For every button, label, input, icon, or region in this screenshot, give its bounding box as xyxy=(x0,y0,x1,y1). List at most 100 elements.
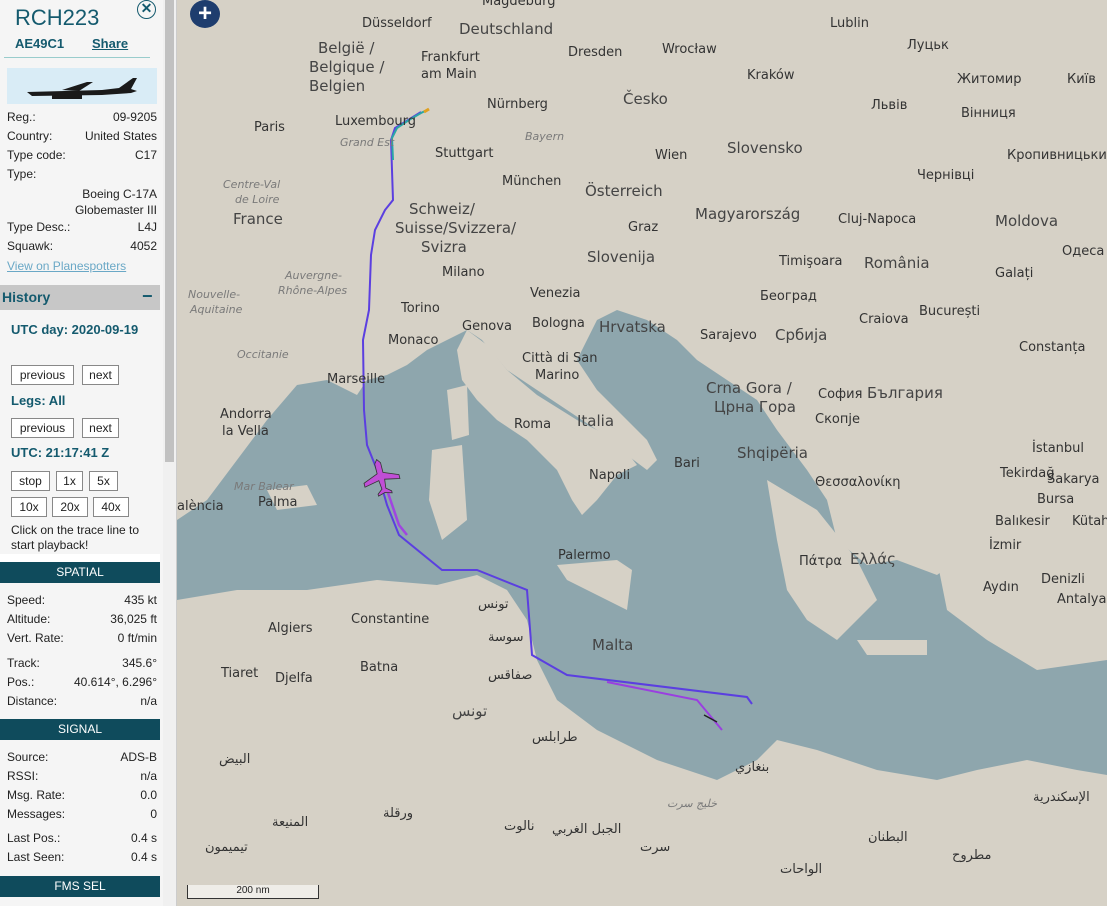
map-label: Lublin xyxy=(830,16,869,31)
day-previous-button[interactable]: previous xyxy=(11,365,74,385)
history-header[interactable]: History − xyxy=(0,285,160,310)
aircraft-photo[interactable] xyxy=(7,68,157,104)
map-label: تونس xyxy=(452,702,488,720)
sidebar-scrollbar[interactable] xyxy=(163,0,176,906)
map-label: Palermo xyxy=(558,548,611,563)
map-label: Graz xyxy=(628,220,659,235)
map-label: la Vella xyxy=(222,424,269,439)
map-label: Одеса xyxy=(1062,244,1105,259)
map-label: Кропивницький xyxy=(1007,148,1107,163)
map-label: مطروح xyxy=(952,848,992,863)
map-label: België / xyxy=(318,39,375,57)
utc-time: UTC: 21:17:41 Z xyxy=(11,445,110,460)
map-label: de Loire xyxy=(235,193,280,206)
spatial-speed: Speed: 435 kt xyxy=(7,593,157,607)
map-label: България xyxy=(867,384,943,402)
map-label: Palma xyxy=(258,495,298,510)
map-label: Città di San xyxy=(522,351,598,366)
type-full-name: Boeing C-17A Globemaster III xyxy=(74,187,157,217)
speed-5x-button[interactable]: 5x xyxy=(89,471,118,491)
hex-id: AE49C1 xyxy=(15,36,65,51)
map-label: ورقلة xyxy=(383,806,414,821)
land-crete xyxy=(857,640,927,655)
map-label: تونس xyxy=(478,597,509,612)
map-view[interactable]: + Magdeburg Düsseldorf Deutschland Lubli… xyxy=(177,0,1107,906)
map-label: Луцьк xyxy=(907,38,949,53)
map-label: Київ xyxy=(1067,72,1096,87)
map-label: Dresden xyxy=(568,45,623,60)
fms-sel-header: FMS SEL xyxy=(0,876,160,897)
scale-bar: 200 nm xyxy=(187,885,319,899)
map-label: Belgien xyxy=(309,77,366,95)
map-label: البطنان xyxy=(868,830,908,845)
map-label: Nouvelle- xyxy=(188,288,241,301)
planespotters-link[interactable]: View on Planespotters xyxy=(7,259,126,273)
spatial-position: Pos.: 40.614°, 6.296° xyxy=(7,675,157,689)
collapse-icon[interactable]: − xyxy=(142,287,153,305)
map-label: Stuttgart xyxy=(435,146,494,161)
day-next-button[interactable]: next xyxy=(82,365,119,385)
map-label: Marseille xyxy=(327,372,386,387)
map-label: Wien xyxy=(655,148,688,163)
map-label: Roma xyxy=(514,417,552,432)
map-label: Kraków xyxy=(747,68,795,83)
spatial-altitude: Altitude: 36,025 ft xyxy=(7,612,157,626)
map-label: Batna xyxy=(360,660,399,675)
map-label: Andorra xyxy=(220,407,272,422)
map-label: الواحات xyxy=(780,862,823,877)
map-label: Luxembourg xyxy=(335,114,417,129)
map-label: Svizra xyxy=(421,238,467,256)
aircraft-info-panel: RCH223 ✕ AE49C1 Share Reg.: 09-9205 Count… xyxy=(0,0,177,906)
land-corsica xyxy=(447,385,469,440)
aircraft-marker[interactable] xyxy=(359,455,403,499)
map-label: France xyxy=(233,210,283,228)
map-label: Occitanie xyxy=(237,348,289,361)
speed-40x-button[interactable]: 40x xyxy=(93,497,129,517)
map-label: Πάτρα xyxy=(799,554,842,569)
map-label: Hrvatska xyxy=(599,318,666,336)
map-label: Napoli xyxy=(589,468,631,483)
detail-reg: Reg.: 09-9205 xyxy=(7,110,157,124)
legs-label: Legs: All xyxy=(11,393,66,408)
map-label: Italia xyxy=(577,412,615,430)
spacer xyxy=(0,554,160,562)
speed-20x-button[interactable]: 20x xyxy=(52,497,88,517)
map-label: Malta xyxy=(592,636,634,654)
leg-previous-button[interactable]: previous xyxy=(11,418,74,438)
map-label: İzmir xyxy=(989,538,1022,553)
spatial-header: SPATIAL xyxy=(0,562,160,583)
map-label: الجبل الغربي xyxy=(552,822,622,837)
signal-messages: Messages: 0 xyxy=(7,807,157,821)
map-label: Genova xyxy=(462,319,512,334)
utc-day: UTC day: 2020-09-19 xyxy=(11,322,139,337)
spatial-vert-rate: Vert. Rate: 0 ft/min xyxy=(7,631,157,645)
detail-type-desc: Type Desc.: L4J xyxy=(7,220,157,234)
map-label: Belgique / xyxy=(309,58,385,76)
map-label: خليج سرت xyxy=(667,797,717,810)
speed-10x-button[interactable]: 10x xyxy=(11,497,47,517)
map-label: المنيعة xyxy=(272,815,309,830)
map-label: Bari xyxy=(674,456,700,471)
map-label: Balıkesir xyxy=(995,514,1050,529)
scrollbar-thumb[interactable] xyxy=(165,0,174,462)
map-label: Schweiz/ xyxy=(409,200,475,218)
spatial-distance: Distance: n/a xyxy=(7,694,157,708)
close-icon[interactable]: ✕ xyxy=(137,0,156,19)
speed-1x-button[interactable]: 1x xyxy=(56,471,83,491)
map-label: Скопје xyxy=(815,412,860,427)
map-label: Львів xyxy=(871,98,908,113)
playback-hint: Click on the trace line to start playbac… xyxy=(11,523,140,552)
map-label: نالوت xyxy=(504,819,535,834)
map-label: București xyxy=(919,304,981,319)
map-label: Θεσσαλονίκη xyxy=(815,475,901,490)
map-canvas[interactable] xyxy=(177,0,1107,906)
map-label: Kütahy xyxy=(1072,514,1107,529)
map-label: Constantine xyxy=(351,612,430,627)
playback-stop-button[interactable]: stop xyxy=(11,471,50,491)
zoom-icon[interactable]: + xyxy=(190,0,220,28)
map-label: Denizli xyxy=(1041,572,1085,587)
leg-next-button[interactable]: next xyxy=(82,418,119,438)
share-link[interactable]: Share xyxy=(92,36,128,51)
map-label: Marino xyxy=(535,368,580,383)
spatial-track: Track: 345.6° xyxy=(7,656,157,670)
